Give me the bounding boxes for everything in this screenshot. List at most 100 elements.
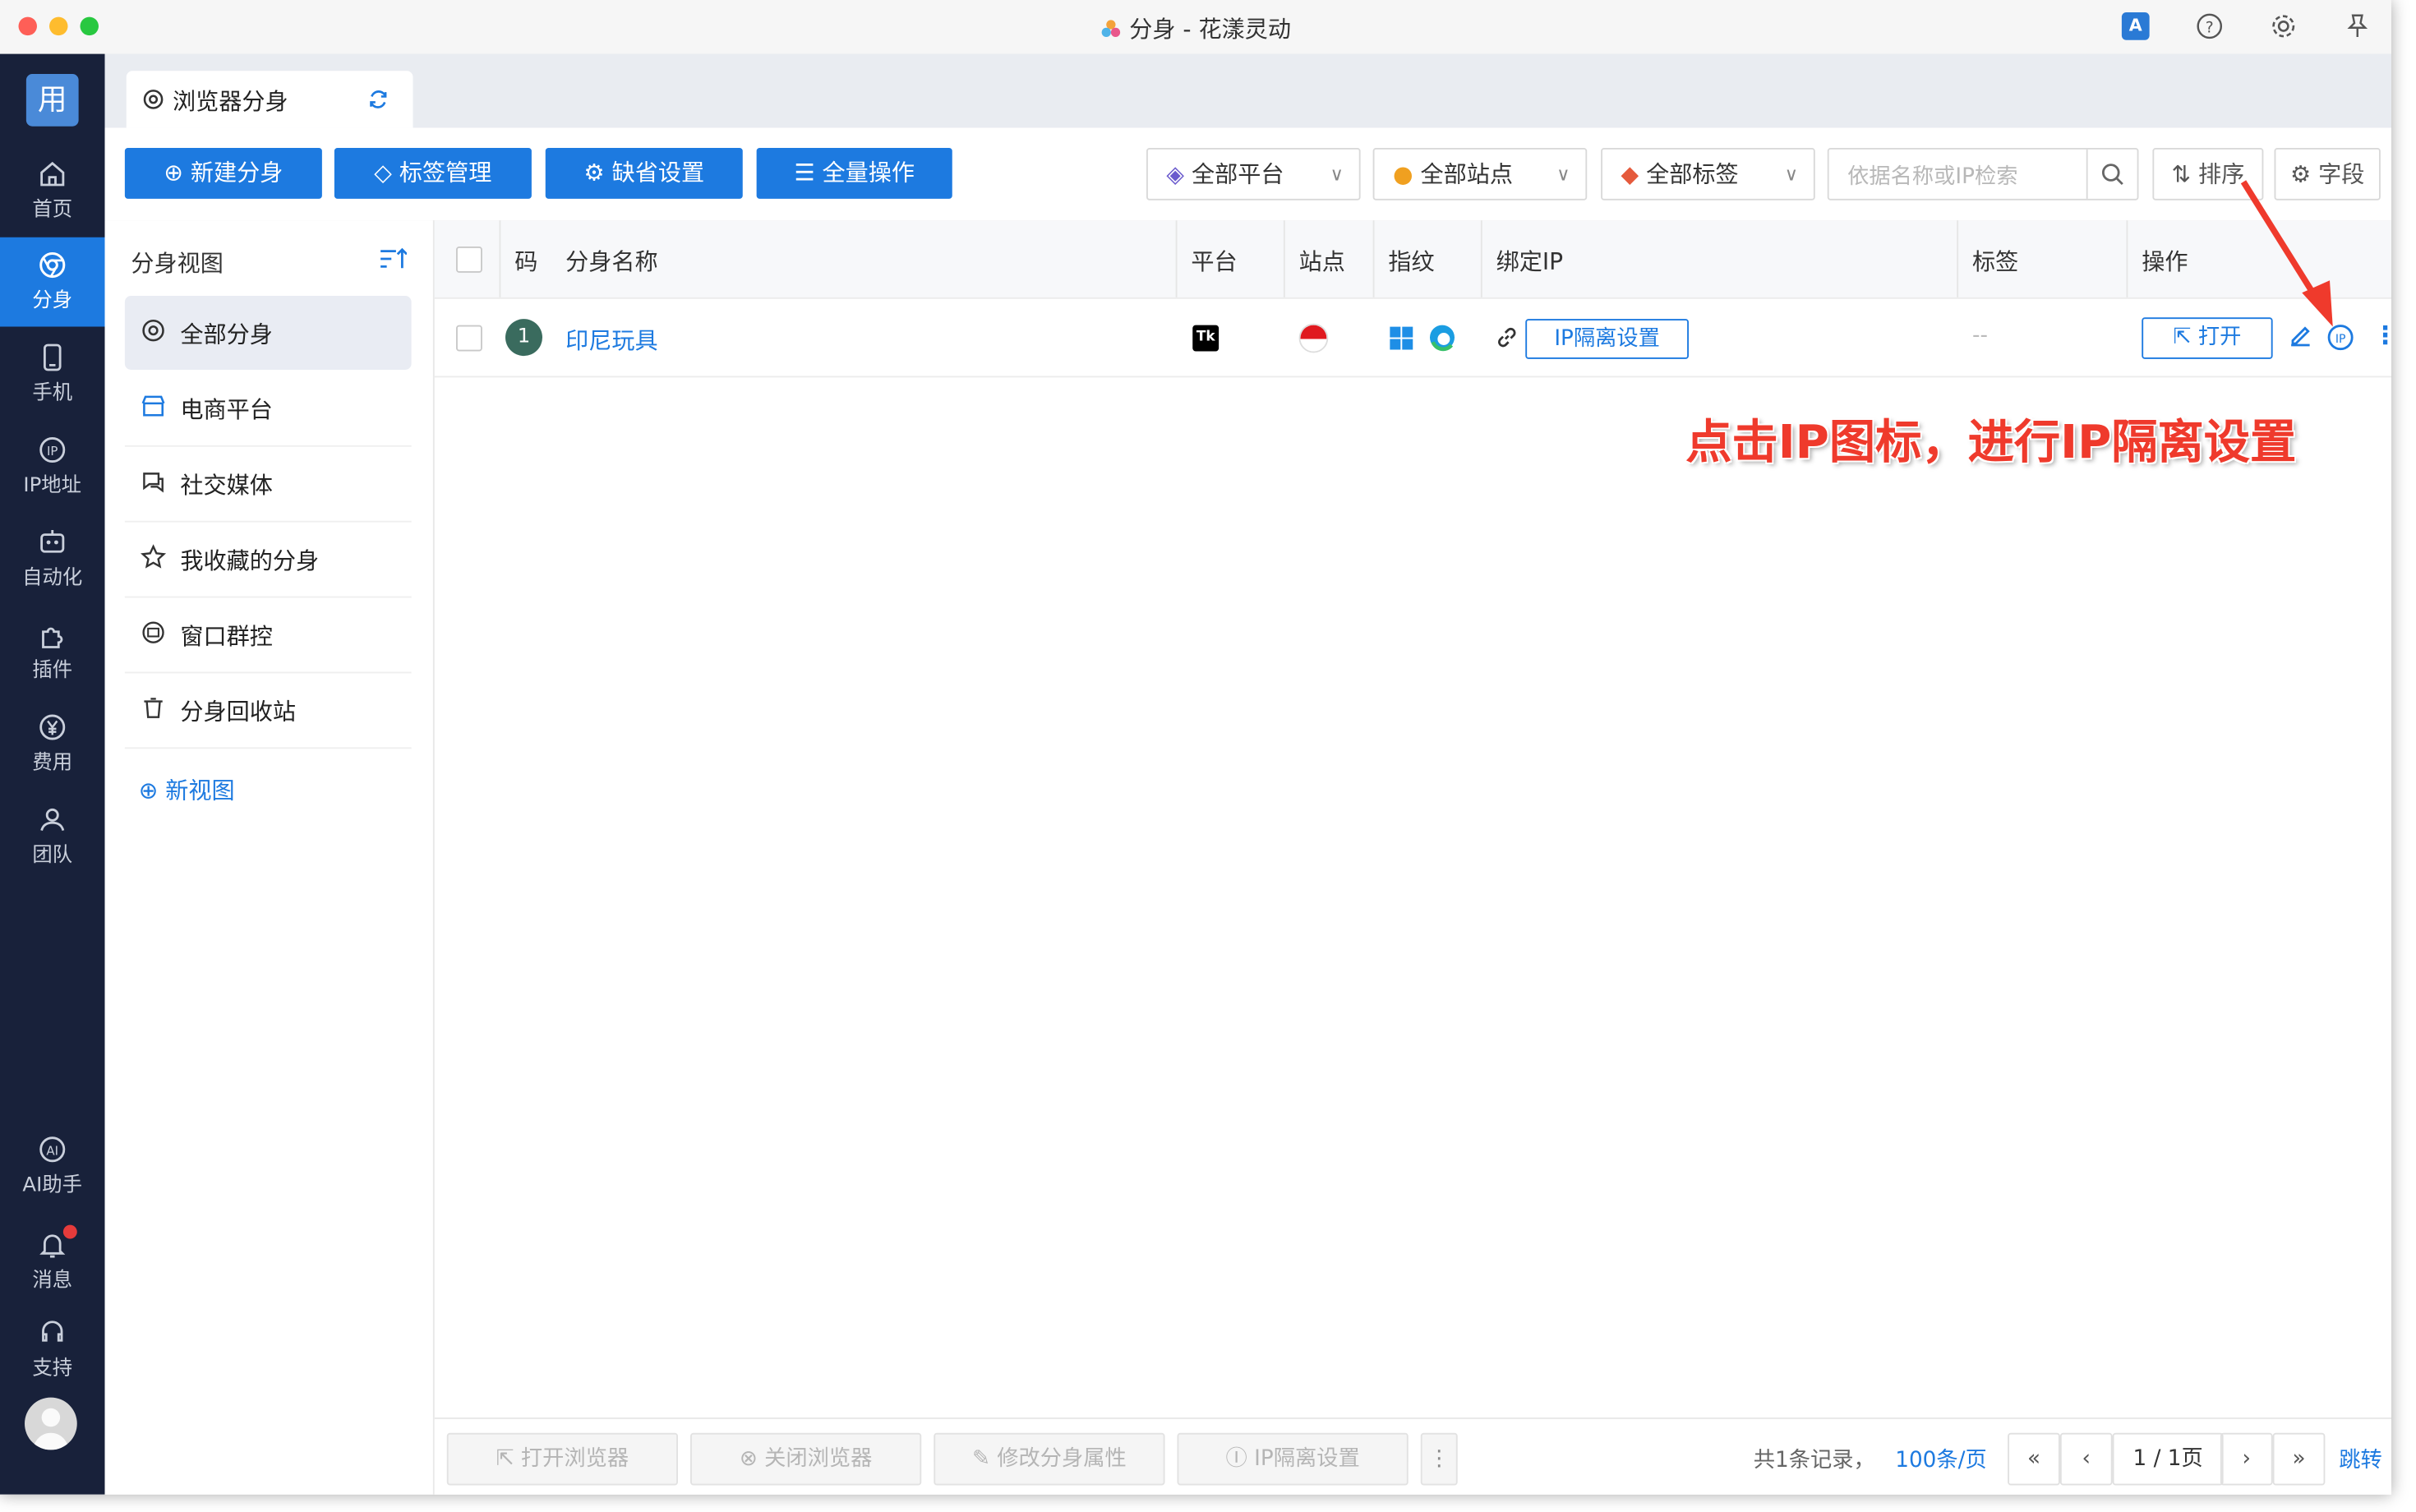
- tab-strip: 浏览器分身: [104, 53, 2391, 128]
- view-item-window-sync[interactable]: 窗口群控: [124, 598, 412, 674]
- tiktok-platform-icon: Tk: [1192, 325, 1220, 352]
- app-window: 分身 - 花漾灵动 A ? 用 首页 分身 手机 IP IP地址 自动化 插件 …: [0, 0, 2391, 1495]
- nav-phone[interactable]: 手机: [0, 330, 105, 419]
- ip-isolation-footer-button[interactable]: Ⓘ IP隔离设置: [1177, 1432, 1409, 1486]
- tag-filter-select[interactable]: ◆ 全部标签 ∨: [1601, 148, 1815, 201]
- nav-support[interactable]: 支持: [0, 1305, 105, 1394]
- menu-icon: ☰: [794, 159, 815, 187]
- chevron-down-icon: ∨: [1556, 163, 1570, 185]
- close-browser-button[interactable]: ⊗ 关闭浏览器: [690, 1432, 922, 1486]
- nav-ip[interactable]: IP IP地址: [0, 422, 105, 512]
- nav-ip-label: IP地址: [23, 474, 82, 498]
- table-row[interactable]: 1 印尼玩具 Tk IP隔离设置 -- ⇱ 打开 IP: [434, 299, 2392, 378]
- first-page-button[interactable]: «: [2008, 1432, 2060, 1486]
- more-footer-button[interactable]: ⋮: [1420, 1432, 1458, 1486]
- settings-gear-icon[interactable]: [2270, 12, 2298, 40]
- view-item-ecommerce[interactable]: 电商平台: [124, 371, 412, 447]
- table-header: 码 分身名称 平台 站点 指纹 绑定IP 标签 操作: [434, 220, 2391, 299]
- total-records: 共1条记录，: [1753, 1448, 1875, 1473]
- view-item-all[interactable]: 全部分身: [124, 296, 412, 370]
- select-all-checkbox[interactable]: [456, 247, 482, 273]
- store-icon: [141, 395, 165, 417]
- view-item-label: 电商平台: [180, 395, 273, 424]
- prev-page-button[interactable]: ‹: [2059, 1432, 2113, 1486]
- nav-messages[interactable]: 消息: [0, 1217, 105, 1307]
- ip-icon: Ⓘ: [1225, 1446, 1247, 1472]
- close-circle-icon: ⊗: [739, 1446, 758, 1472]
- view-item-label: 窗口群控: [180, 622, 273, 651]
- new-profile-button[interactable]: ⊕ 新建分身: [124, 148, 322, 199]
- nav-team-label: 团队: [32, 844, 73, 868]
- profile-name-link[interactable]: 印尼玩具: [565, 324, 658, 356]
- chevron-down-icon: ∨: [1330, 163, 1344, 185]
- nav-team[interactable]: 团队: [0, 792, 105, 882]
- open-browser-button[interactable]: ⇱ 打开浏览器: [446, 1432, 678, 1486]
- tag-colored-icon: ◆: [1621, 160, 1639, 188]
- views-panel: 分身视图 全部分身 电商平台 社交媒体 我收藏的分身 窗口群控 分身回收站 ⊕ …: [104, 220, 435, 1495]
- yen-icon: [39, 714, 66, 740]
- edit-icon: ✎: [971, 1446, 990, 1472]
- more-vertical-icon[interactable]: ⋮: [2373, 320, 2392, 350]
- nav-ai-assistant[interactable]: AI AI助手: [0, 1122, 105, 1211]
- link-icon[interactable]: [1495, 325, 1519, 357]
- new-profile-label: 新建分身: [190, 159, 284, 187]
- view-item-favorites[interactable]: 我收藏的分身: [124, 523, 412, 598]
- svg-text:IP: IP: [47, 444, 58, 459]
- svg-text:AI: AI: [46, 1143, 58, 1158]
- tag-manage-button[interactable]: ◇ 标签管理: [334, 148, 532, 199]
- translate-icon[interactable]: A: [2121, 12, 2150, 40]
- user-avatar[interactable]: [25, 1397, 77, 1450]
- platform-filter-value: 全部平台: [1191, 160, 1284, 188]
- edit-attrs-button[interactable]: ✎ 修改分身属性: [934, 1432, 1165, 1486]
- nav-home[interactable]: 首页: [0, 146, 105, 236]
- robot-icon: [40, 530, 65, 553]
- col-name[interactable]: 分身名称: [565, 245, 658, 277]
- col-platform: 平台: [1191, 247, 1238, 276]
- row-tags: --: [1972, 323, 1988, 348]
- default-settings-button[interactable]: ⚙ 缺省设置: [545, 148, 743, 199]
- new-view-label: 新视图: [165, 777, 235, 804]
- page-size-select[interactable]: 100条/页: [1895, 1444, 1986, 1475]
- site-filter-select[interactable]: ● 全部站点 ∨: [1372, 148, 1588, 201]
- tab-label: 浏览器分身: [173, 87, 288, 116]
- browser-profile-icon: [39, 251, 66, 279]
- view-item-recycle-bin[interactable]: 分身回收站: [124, 673, 412, 749]
- platform-filter-select[interactable]: ◈ 全部平台 ∨: [1146, 148, 1361, 201]
- nav-plugins[interactable]: 插件: [0, 607, 105, 697]
- team-logo[interactable]: 用: [25, 74, 79, 127]
- ip-isolation-button[interactable]: IP隔离设置: [1525, 319, 1689, 359]
- ip-icon: IP: [39, 437, 66, 463]
- edge-browser-icon: [1428, 324, 1456, 357]
- ip-isolation-footer-label: IP隔离设置: [1254, 1446, 1360, 1472]
- team-icon: [40, 808, 65, 832]
- bulk-operations-button[interactable]: ☰ 全量操作: [756, 148, 952, 199]
- search-input[interactable]: 依据名称或IP检索: [1827, 148, 2139, 201]
- view-item-label: 社交媒体: [180, 471, 273, 500]
- view-item-social[interactable]: 社交媒体: [124, 447, 412, 523]
- nav-automation[interactable]: 自动化: [0, 514, 105, 604]
- page-indicator[interactable]: 1 / 1页: [2112, 1432, 2224, 1486]
- sort-icon: ⇅: [2171, 160, 2192, 188]
- nav-billing[interactable]: 费用: [0, 699, 105, 789]
- tab-browser-profiles[interactable]: 浏览器分身: [126, 71, 413, 128]
- refresh-icon[interactable]: [367, 88, 390, 111]
- close-browser-label: 关闭浏览器: [764, 1446, 873, 1472]
- nav-plugins-label: 插件: [32, 659, 73, 683]
- help-icon[interactable]: ?: [2196, 12, 2224, 40]
- nav-profiles[interactable]: 分身: [0, 237, 105, 327]
- default-settings-label: 缺省设置: [611, 159, 705, 187]
- last-page-button[interactable]: »: [2272, 1432, 2326, 1486]
- new-view-button[interactable]: ⊕ 新视图: [139, 773, 235, 805]
- pin-icon[interactable]: [2344, 12, 2372, 40]
- sort-views-icon[interactable]: [379, 247, 407, 271]
- recycle-bin-icon: [144, 698, 163, 718]
- row-checkbox[interactable]: [456, 325, 482, 352]
- search-button[interactable]: [2086, 149, 2137, 199]
- jump-button[interactable]: 跳转: [2339, 1444, 2382, 1475]
- unread-badge: [62, 1224, 77, 1239]
- view-item-label: 全部分身: [180, 320, 273, 348]
- ai-icon: AI: [39, 1136, 66, 1163]
- phone-icon: [43, 343, 62, 371]
- next-page-button[interactable]: ›: [2220, 1432, 2273, 1486]
- windows-icon: [1388, 325, 1414, 357]
